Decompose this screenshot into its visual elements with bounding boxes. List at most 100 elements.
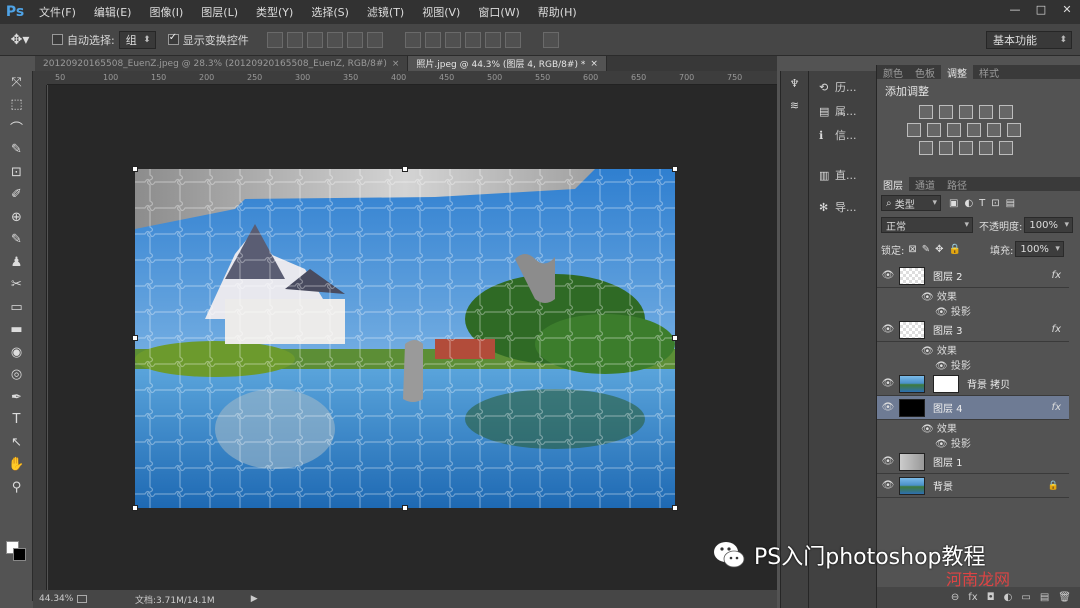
fx-icon[interactable]: fx [1052, 402, 1061, 413]
tool-icon[interactable]: ⚲ [0, 476, 33, 499]
tool-icon[interactable]: ⊕ [0, 206, 33, 229]
collapsed-panel-item[interactable]: ℹ 信... [809, 123, 876, 147]
tool-icon[interactable]: ✐ [0, 184, 33, 207]
menu-item[interactable]: 滤镜(T) [358, 4, 413, 20]
layer-footer-icon[interactable]: ◘ [987, 592, 995, 603]
distribute-hcenter-icon[interactable] [484, 31, 501, 48]
tab-adjust[interactable]: 色板 [909, 65, 941, 80]
tool-icon[interactable]: ↖ [0, 431, 33, 454]
channel-mixer-icon[interactable] [987, 123, 1001, 137]
threshold-icon[interactable] [959, 141, 973, 155]
selective-color-icon[interactable] [979, 141, 993, 155]
effects-group[interactable]: 👁 效果 [877, 420, 1069, 435]
transform-handle[interactable] [132, 166, 138, 172]
tab-close-icon[interactable]: × [392, 59, 400, 69]
layer-name[interactable]: 图层 3 [933, 322, 963, 337]
brush-settings-icon[interactable]: ≋ [781, 99, 808, 121]
distribute-right-icon[interactable] [504, 31, 521, 48]
tab-adjust[interactable]: 调整 [941, 65, 973, 80]
lock-icons[interactable]: ⊠✎✥🔒 [908, 244, 966, 255]
distribute-left-icon[interactable] [464, 31, 481, 48]
align-left-icon[interactable] [326, 31, 343, 48]
tool-icon[interactable]: ⌒ [0, 116, 33, 139]
tool-icon[interactable]: ⊡ [0, 161, 33, 184]
visibility-eye-icon[interactable]: 👁 [877, 402, 899, 413]
tab-document-1[interactable]: 20120920165508_EuenZ.jpeg @ 28.3% (20120… [35, 56, 409, 71]
tab-layers[interactable]: 图层 [877, 177, 909, 192]
transform-handle[interactable] [402, 505, 408, 511]
tool-icon[interactable]: ✋ [0, 454, 33, 477]
menu-item[interactable]: 类型(Y) [247, 4, 302, 20]
brush-preset-icon[interactable]: ♆ [781, 77, 808, 99]
distribute-top-icon[interactable] [404, 31, 421, 48]
transform-handle[interactable] [672, 166, 678, 172]
tool-icon[interactable]: ⤧ [0, 71, 33, 94]
close-button[interactable]: ✕ [1054, 0, 1080, 18]
blend-mode-dropdown[interactable]: 正常 [881, 217, 973, 233]
layer-row[interactable]: 👁 图层 3 fx [877, 318, 1069, 342]
exposure-icon[interactable] [979, 105, 993, 119]
align-right-icon[interactable] [366, 31, 383, 48]
fx-icon[interactable]: fx [1052, 324, 1061, 335]
collapsed-panel-item[interactable]: ✻ 导... [809, 195, 876, 219]
tab-layers[interactable]: 通道 [909, 177, 941, 192]
layer-row[interactable]: 👁 背景 🔒 [877, 474, 1069, 498]
menu-item[interactable]: 窗口(W) [469, 4, 528, 20]
workspace-dropdown[interactable]: 基本功能 [986, 31, 1072, 49]
visibility-eye-icon[interactable]: 👁 [877, 480, 899, 491]
transform-handle[interactable] [132, 505, 138, 511]
move-tool-icon[interactable]: ✥▾ [0, 32, 40, 48]
zoom-level[interactable]: 44.34% [33, 594, 77, 604]
tab-document-2[interactable]: 照片.jpeg @ 44.3% (图层 4, RGB/8#) * × [408, 56, 607, 71]
visibility-eye-icon[interactable]: 👁 [877, 324, 899, 335]
layer-row[interactable]: 👁 背景 拷贝 [877, 372, 1069, 396]
layer-mask-thumbnail[interactable] [933, 374, 959, 393]
puzzle-image[interactable] [132, 166, 678, 511]
invert-icon[interactable] [919, 141, 933, 155]
tool-icon[interactable]: ♟ [0, 251, 33, 274]
auto-align-icon[interactable] [542, 31, 559, 48]
distribute-bottom-icon[interactable] [444, 31, 461, 48]
minimize-button[interactable]: — [1002, 0, 1028, 18]
tool-icon[interactable]: ◉ [0, 341, 33, 364]
align-vcenter-icon[interactable] [286, 31, 303, 48]
transform-handle[interactable] [672, 335, 678, 341]
status-arrow-icon[interactable]: ▶ [251, 594, 258, 604]
menu-item[interactable]: 编辑(E) [85, 4, 141, 20]
vibrance-icon[interactable] [999, 105, 1013, 119]
layer-footer-icon[interactable]: ◐ [1004, 592, 1013, 603]
distribute-vcenter-icon[interactable] [424, 31, 441, 48]
auto-select-dropdown[interactable]: 组 [118, 30, 156, 49]
menu-item[interactable]: 选择(S) [302, 4, 358, 20]
transform-handle[interactable] [402, 166, 408, 172]
align-hcenter-icon[interactable] [346, 31, 363, 48]
effect-item[interactable]: 👁 投影 [877, 435, 1069, 450]
filter-icons[interactable]: ▣◐T⊡▤ [949, 198, 1021, 209]
tab-layers[interactable]: 路径 [941, 177, 973, 192]
background-color-swatch[interactable] [13, 548, 26, 561]
tool-icon[interactable]: ✎ [0, 139, 33, 162]
posterize-icon[interactable] [939, 141, 953, 155]
layer-name[interactable]: 图层 2 [933, 268, 963, 283]
tab-close-icon[interactable]: × [590, 59, 598, 69]
visibility-eye-icon[interactable]: 👁 [877, 456, 899, 467]
menu-item[interactable]: 帮助(H) [529, 4, 586, 20]
menu-item[interactable]: 文件(F) [30, 4, 85, 20]
color-balance-icon[interactable] [927, 123, 941, 137]
collapsed-panel-item[interactable]: ▥ 直... [809, 163, 876, 187]
tool-icon[interactable]: ⬚ [0, 94, 33, 117]
layer-filter-dropdown[interactable]: ⌕ 类型 [881, 195, 941, 211]
auto-select-checkbox[interactable] [52, 34, 63, 45]
menu-item[interactable]: 图像(I) [140, 4, 192, 20]
effect-item[interactable]: 👁 投影 [877, 357, 1069, 372]
visibility-eye-icon[interactable]: 👁 [877, 378, 899, 389]
tool-icon[interactable]: ✂ [0, 274, 33, 297]
tool-icon[interactable]: ▬ [0, 319, 33, 342]
hue-saturation-icon[interactable] [907, 123, 921, 137]
tool-icon[interactable]: ▭ [0, 296, 33, 319]
tool-icon[interactable]: T [0, 409, 33, 432]
layer-row[interactable]: 👁 图层 4 fx [877, 396, 1069, 420]
photo-filter-icon[interactable] [967, 123, 981, 137]
layer-row[interactable]: 👁 图层 1 [877, 450, 1069, 474]
color-lookup-icon[interactable] [1007, 123, 1021, 137]
